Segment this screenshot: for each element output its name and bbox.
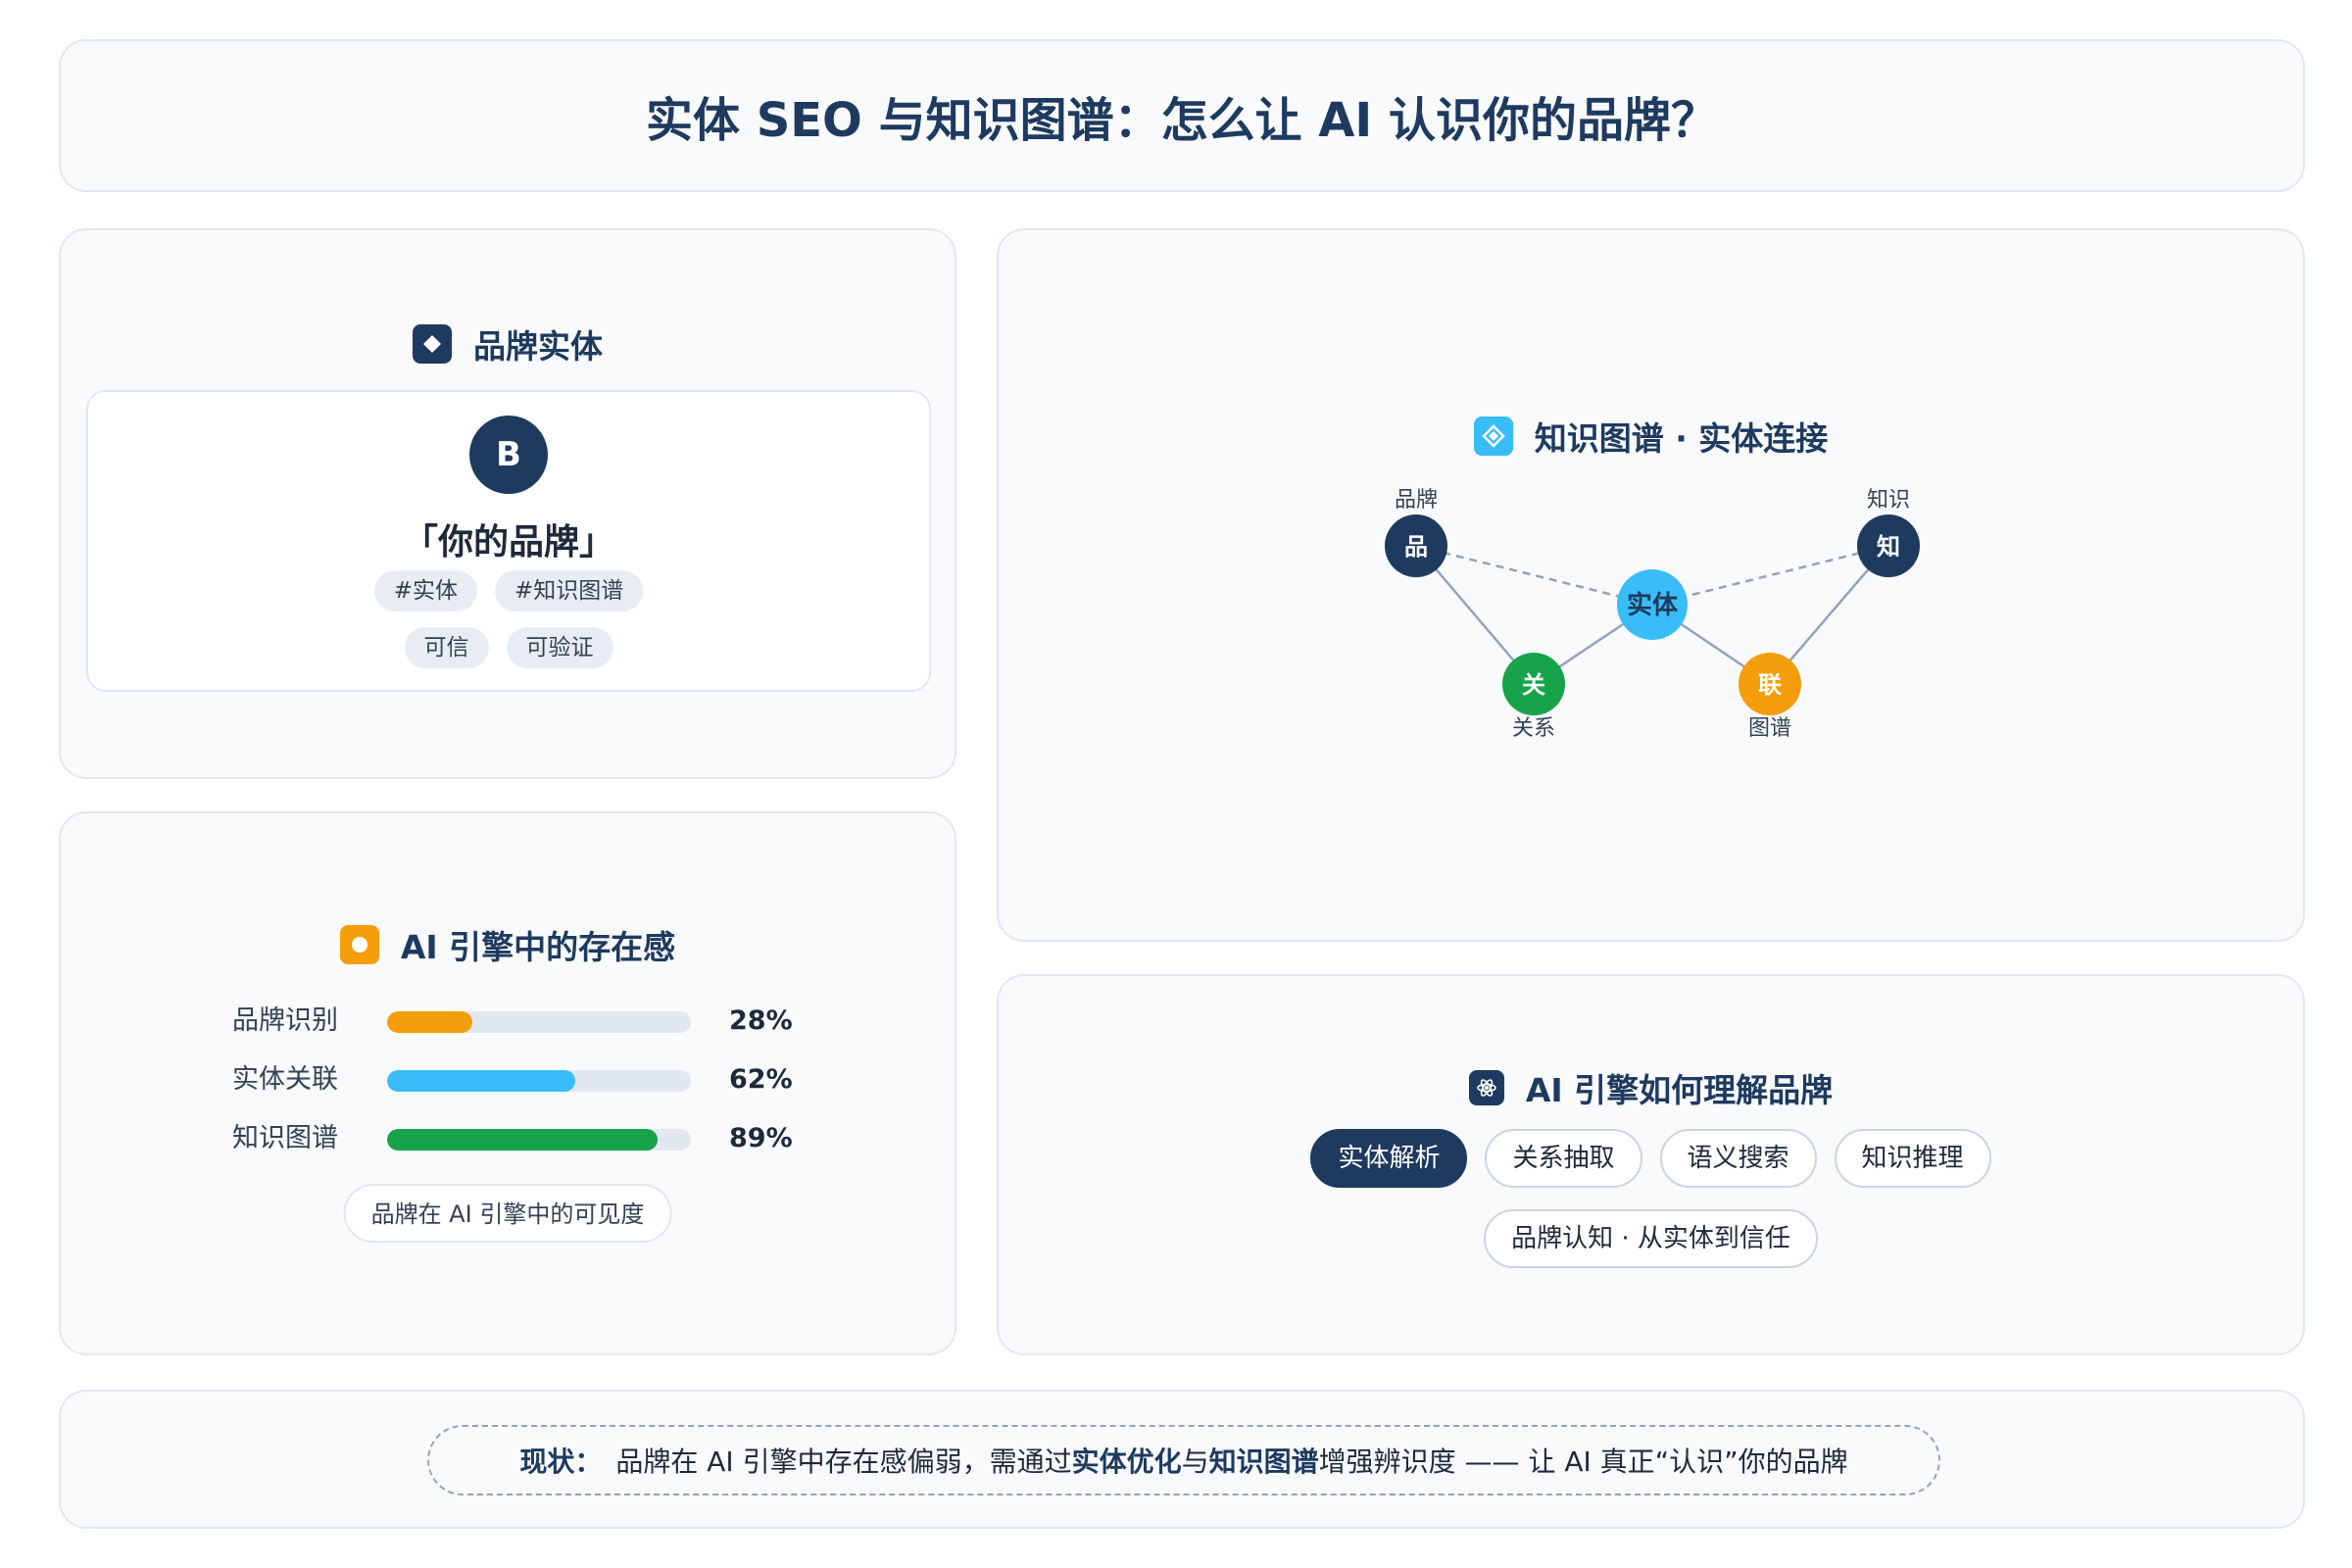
presence-bar-row: 品牌识别 28% (61, 1000, 958, 1043)
engine-summary: 品牌认知 · 从实体到信任 (1484, 1209, 1818, 1268)
tag-row-1: #实体 #知识图谱 (88, 570, 929, 612)
brand-entity-card: 品牌实体 B 「你的品牌」 #实体 #知识图谱 可信 可验证 (59, 228, 956, 779)
presence-bar-track (387, 1011, 691, 1033)
graph-node-glyph: 知 (1877, 533, 1900, 561)
graph-node-glyph: 实体 (1627, 590, 1679, 620)
page-title: 实体 SEO 与知识图谱：怎么让 AI 认识你的品牌？ (645, 93, 1719, 148)
status-text-3: 增强辨识度 —— 让 AI 真正“认识”你的品牌 (1318, 1446, 1848, 1478)
tag-trustworthy: 可信 (404, 627, 489, 668)
presence-bar-label: 知识图谱 (232, 1123, 338, 1153)
ai-engine-heading-text: AI 引擎如何理解品牌 (1525, 1071, 1834, 1109)
presence-bar-value: 89% (729, 1123, 793, 1153)
tag-row-2: 可信 可验证 (88, 627, 929, 668)
diamond-icon (413, 324, 452, 364)
circle-icon (339, 925, 379, 964)
presence-bar-label: 实体关联 (232, 1064, 338, 1095)
presence-bar-row: 知识图谱 89% (61, 1117, 958, 1160)
engine-summary-row: 品牌认知 · 从实体到信任 (999, 1209, 2303, 1268)
status-lead: 现状： (519, 1446, 603, 1478)
knowledge-graph-diagram: 品 品牌知 知识实体关关系 联图谱 (1385, 488, 1920, 741)
graph-node-glyph: 联 (1758, 671, 1782, 699)
ai-presence-heading-text: AI 引擎中的存在感 (400, 928, 676, 966)
visibility-note: 品牌在 AI 引擎中的可见度 (343, 1184, 672, 1243)
graph-node-label: 知识 (1867, 488, 1910, 513)
graph-node-label: 图谱 (1748, 716, 1791, 741)
footer-card: 现状： 品牌在 AI 引擎中存在感偏弱，需通过 实体优化 与 知识图谱 增强辨识… (59, 1390, 2305, 1529)
status-emphasis-2: 知识图谱 (1208, 1446, 1319, 1478)
brand-entity-panel: B 「你的品牌」 #实体 #知识图谱 可信 可验证 (86, 390, 931, 692)
graph-edge-brand-entity (1415, 544, 1653, 607)
presence-bar-fill (387, 1011, 472, 1033)
graph-node-label: 关系 (1512, 716, 1555, 741)
presence-bar-row: 实体关联 62% (61, 1058, 958, 1102)
chip-relation-extraction[interactable]: 关系抽取 (1485, 1129, 1642, 1188)
brand-entity-heading-text: 品牌实体 (473, 327, 603, 366)
presence-bar-track (387, 1070, 691, 1092)
presence-bar-value: 62% (729, 1064, 793, 1095)
brand-entity-heading: 品牌实体 (61, 320, 955, 368)
presence-bar-value: 28% (729, 1005, 793, 1036)
brand-name: 「你的品牌」 (402, 522, 614, 563)
status-text-1: 品牌在 AI 引擎中存在感偏弱，需通过 (615, 1446, 1072, 1478)
chip-entity-resolution[interactable]: 实体解析 (1310, 1129, 1468, 1188)
presence-bar-fill (387, 1129, 658, 1151)
presence-bar-track (387, 1129, 691, 1151)
avatar: B (469, 416, 548, 494)
ai-engine-card: AI 引擎如何理解品牌 实体解析 关系抽取 语义搜索 知识推理 品牌认知 · 从… (997, 974, 2305, 1355)
graph-node-glyph: 关 (1522, 671, 1545, 699)
atom-icon (1468, 1070, 1504, 1105)
chip-knowledge-reasoning[interactable]: 知识推理 (1834, 1129, 1991, 1188)
presence-bar-label: 品牌识别 (232, 1005, 338, 1036)
status-text-2: 与 (1181, 1446, 1209, 1478)
presence-bar-fill (387, 1070, 576, 1092)
tag-entity: #实体 (373, 570, 477, 612)
engine-chip-row: 实体解析 关系抽取 语义搜索 知识推理 (999, 1129, 2303, 1188)
ai-presence-card: AI 引擎中的存在感 品牌识别 28% 实体关联 62% 知识图谱 89% 品牌在 AI … (59, 811, 956, 1355)
status-emphasis-1: 实体优化 (1071, 1446, 1182, 1478)
chip-semantic-search[interactable]: 语义搜索 (1659, 1129, 1817, 1188)
knowledge-graph-card: 知识图谱 · 实体连接 品品牌知知识 实体关关系联图谱 (997, 228, 2305, 942)
ai-presence-heading: AI 引擎中的存在感 (61, 921, 955, 968)
tag-verifiable: 可验证 (506, 627, 613, 668)
graph-node-glyph: 品 (1404, 533, 1428, 561)
tag-knowledge-graph: #知识图谱 (495, 570, 644, 612)
graph-edge-entity-knowledge (1651, 544, 1889, 607)
title-card: 实体 SEO 与知识图谱：怎么让 AI 认识你的品牌？ (59, 39, 2305, 192)
status-banner: 现状： 品牌在 AI 引擎中存在感偏弱，需通过 实体优化 与 知识图谱 增强辨识… (427, 1425, 1940, 1495)
graph-node-label: 品牌 (1395, 488, 1438, 513)
ai-engine-heading: AI 引擎如何理解品牌 (999, 1064, 2303, 1111)
